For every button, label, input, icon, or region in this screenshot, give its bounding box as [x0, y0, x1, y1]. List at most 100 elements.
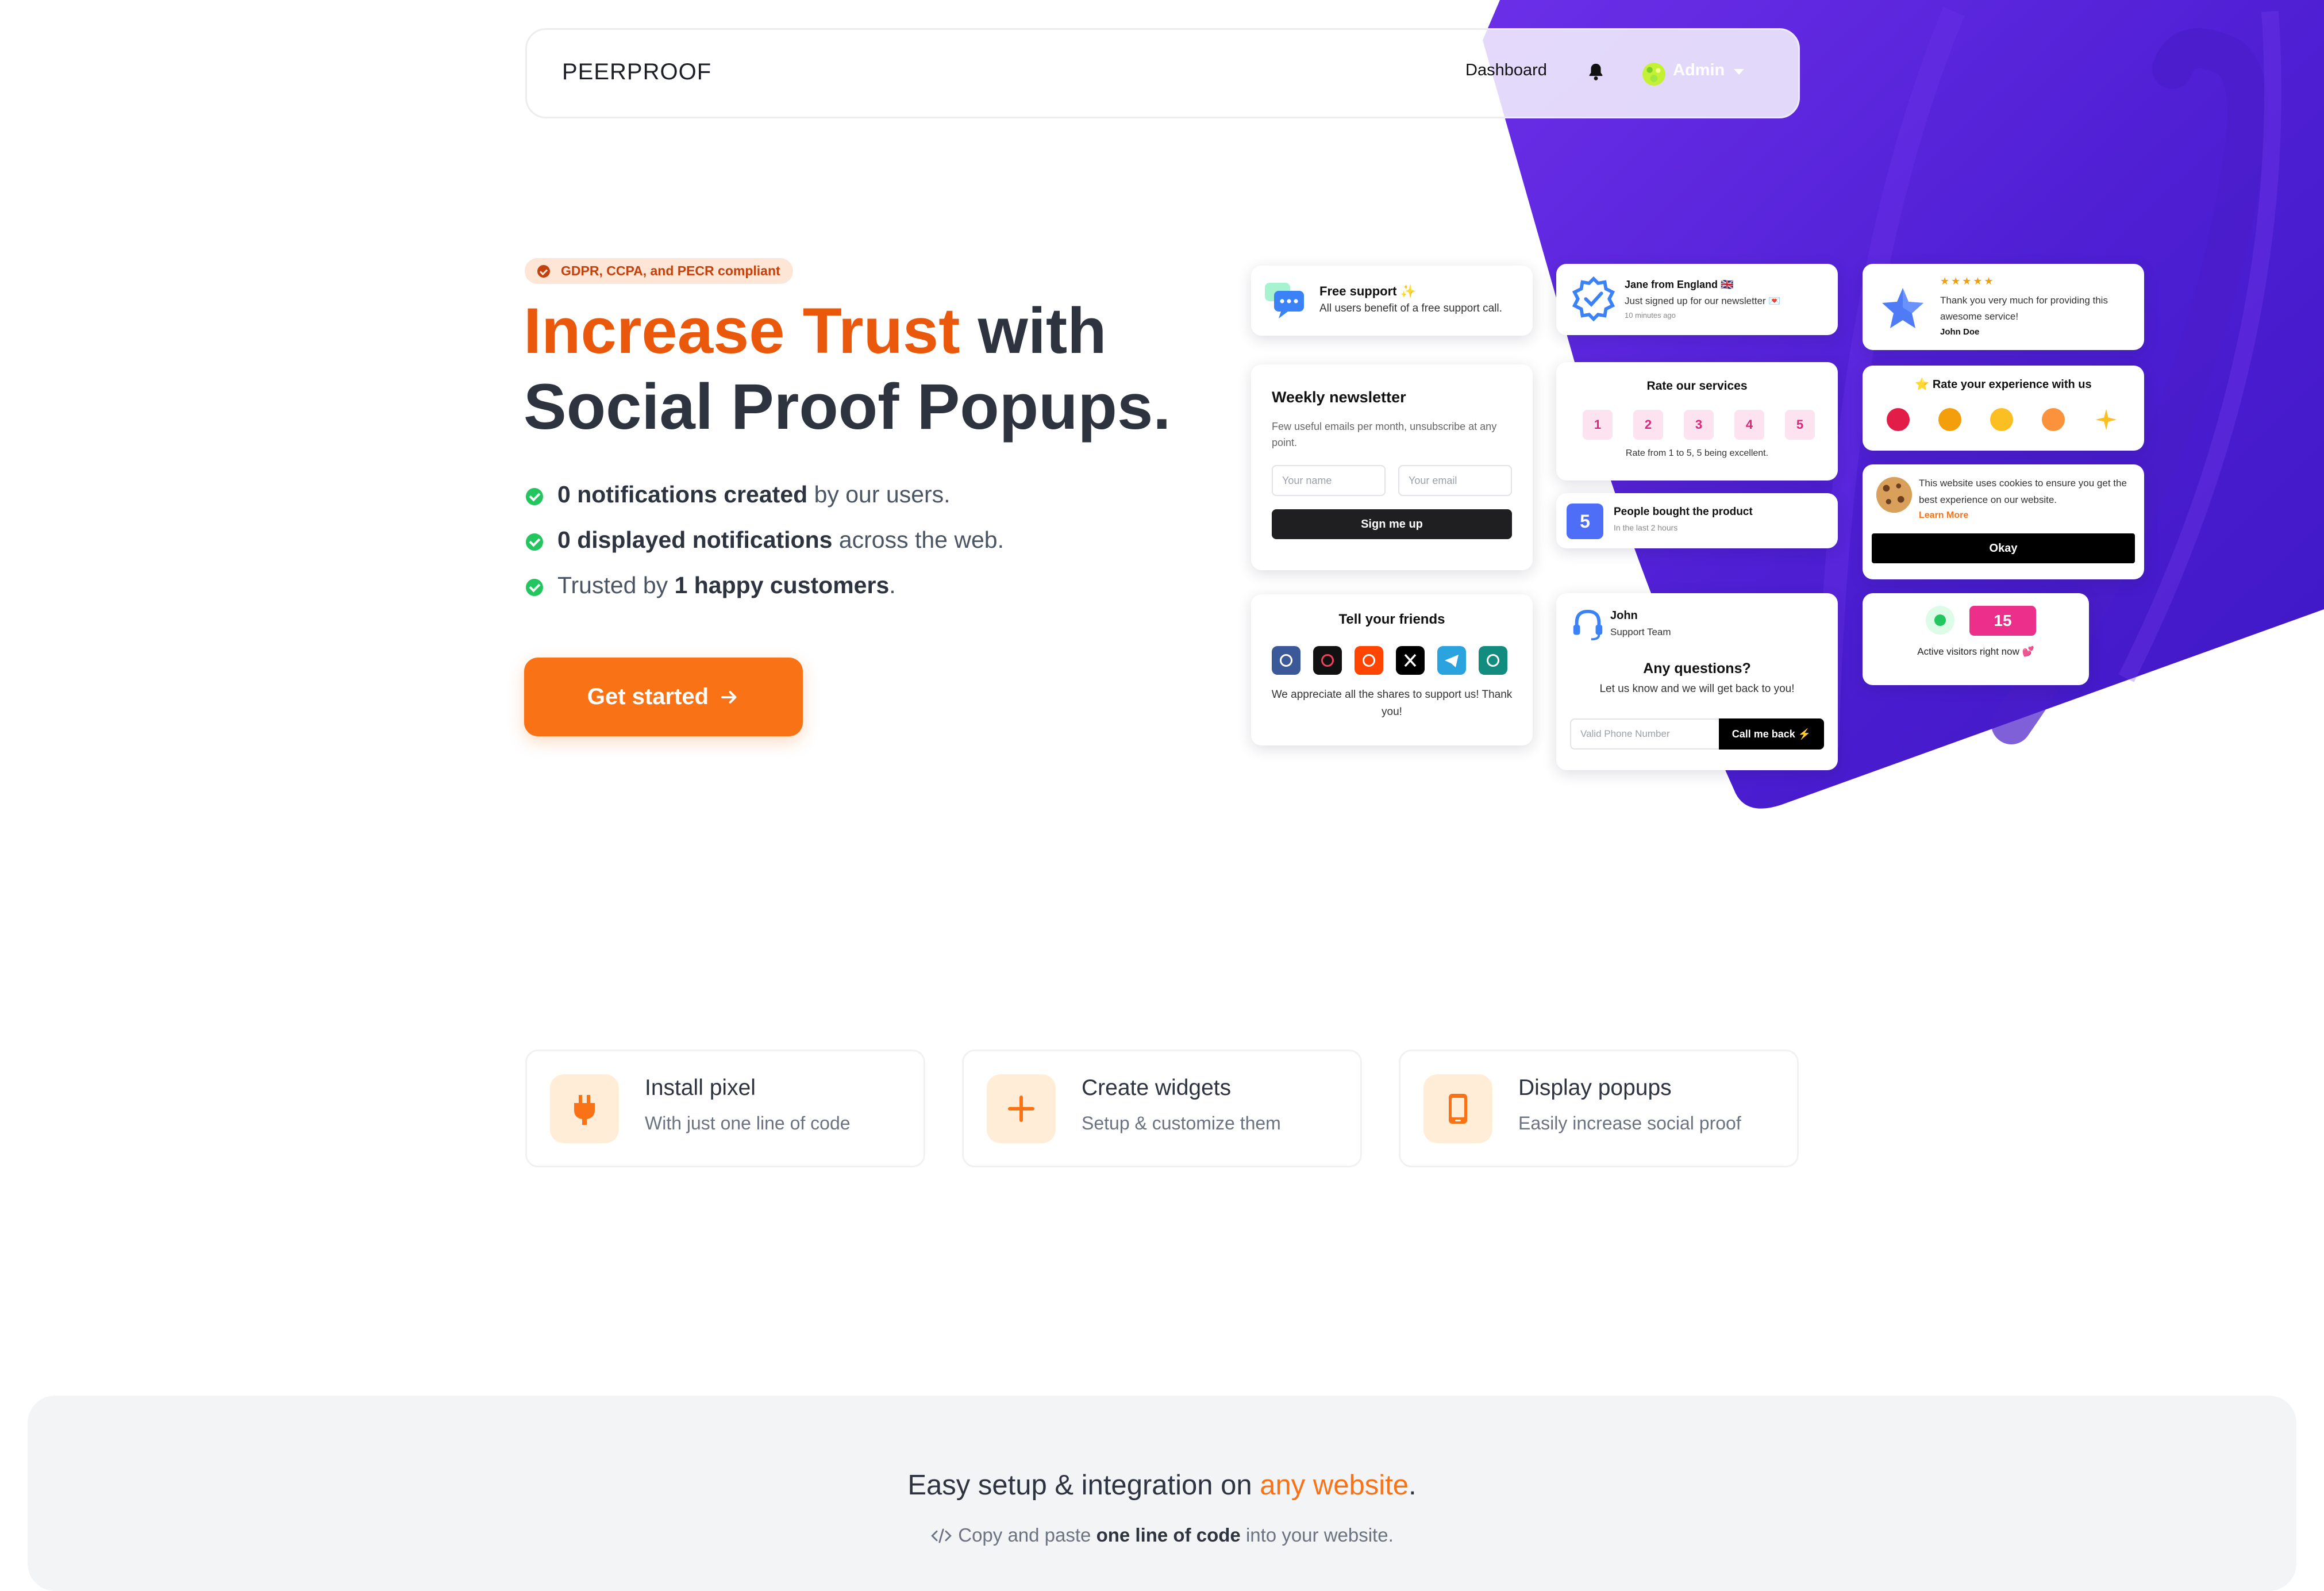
- visitors-text: Active visitors right now 💕: [1917, 646, 2034, 657]
- popup-newsletter: Weekly newsletter Few useful emails per …: [1251, 364, 1533, 570]
- jane-text: Just signed up for our newsletter 💌: [1625, 295, 1781, 306]
- rating-option-3[interactable]: 3: [1684, 410, 1714, 440]
- plus-icon: [987, 1074, 1056, 1143]
- hero-title-line-2: Social Proof Popups.: [524, 371, 1171, 443]
- hero-title-accent: Increase Trust: [524, 295, 960, 367]
- popup-cookies: This website uses cookies to ensure you …: [1863, 464, 2144, 579]
- star-icon: [1882, 288, 1923, 328]
- angry-face-icon[interactable]: [1887, 408, 1910, 431]
- popup-jane-signup[interactable]: Jane from England 🇬🇧 Just signed up for …: [1556, 264, 1838, 335]
- feature-text: by our users.: [807, 481, 951, 508]
- newsletter-email-input[interactable]: Your email: [1398, 465, 1512, 496]
- step-create-widgets: Create widgets Setup & customize them: [962, 1050, 1362, 1167]
- free-support-title: Free support ✨: [1319, 284, 1416, 298]
- live-dot-icon: [1926, 606, 1954, 635]
- feature-pre: Trusted by: [557, 572, 675, 598]
- feature-item: Trusted by 1 happy customers.: [525, 568, 1004, 613]
- popup-tell-friends: Tell your friends We appreciate all the …: [1251, 594, 1533, 745]
- chevron-down-icon[interactable]: [1734, 69, 1744, 75]
- rate-experience-title: ⭐ Rate your experience with us: [1915, 378, 2092, 391]
- jane-title: Jane from England 🇬🇧: [1625, 279, 1734, 290]
- integration-subtitle: Copy and paste one line of code into you…: [28, 1524, 2296, 1546]
- bought-title: People bought the product: [1614, 506, 1753, 518]
- facebook-icon[interactable]: [1272, 646, 1300, 675]
- avatar[interactable]: [1642, 62, 1666, 86]
- check-icon: [526, 488, 543, 505]
- cookies-okay-button[interactable]: Okay: [1872, 533, 2135, 563]
- step-subtitle: With just one line of code: [645, 1113, 851, 1133]
- headset-icon: [1573, 609, 1603, 641]
- newsletter-text: Few useful emails per month, unsubscribe…: [1272, 421, 1497, 448]
- integration-title: Easy setup & integration on any website.: [907, 1470, 1417, 1501]
- feature-bold: 1 happy customers: [674, 572, 890, 598]
- support-title: Any questions?: [1643, 660, 1751, 677]
- call-me-back-button[interactable]: Call me back ⚡: [1719, 718, 1824, 750]
- rating-option-2[interactable]: 2: [1633, 410, 1663, 440]
- x-icon[interactable]: [1396, 646, 1425, 675]
- rating-option-4[interactable]: 4: [1734, 410, 1764, 440]
- phone-number-input[interactable]: Valid Phone Number: [1570, 718, 1721, 750]
- review-author: John Doe: [1940, 327, 1980, 337]
- sad-face-icon[interactable]: [1938, 408, 1961, 431]
- check-icon: [526, 579, 543, 596]
- integration-section: Easy setup & integration on any website.…: [28, 1396, 2296, 1591]
- sign-me-up-button[interactable]: Sign me up: [1272, 509, 1512, 539]
- hero-title: Increase Trust with Social Proof Popups.: [524, 293, 1171, 445]
- step-title: Install pixel: [645, 1075, 756, 1100]
- telegram-icon[interactable]: [1437, 646, 1466, 675]
- review-text: Thank you very much for providing this a…: [1940, 295, 2108, 322]
- bell-icon[interactable]: [1586, 62, 1606, 82]
- happy-face-icon[interactable]: [2042, 408, 2065, 431]
- whatsapp-icon[interactable]: [1479, 646, 1507, 675]
- cookies-text: This website uses cookies to ensure you …: [1919, 478, 2127, 505]
- support-text: Let us know and we will get back to you!: [1599, 683, 1795, 695]
- newsletter-name-input[interactable]: Your name: [1272, 465, 1386, 496]
- feature-bold: 0 notifications created: [557, 481, 808, 508]
- popup-free-support[interactable]: Free support ✨ All users benefit of a fr…: [1251, 266, 1533, 336]
- admin-menu[interactable]: Admin: [1673, 61, 1725, 80]
- free-support-text: All users benefit of a free support call…: [1319, 302, 1502, 314]
- arrow-right-icon: [721, 690, 737, 704]
- support-name: John: [1610, 609, 1638, 622]
- feature-bold: 0 displayed notifications: [557, 527, 833, 553]
- step-title: Create widgets: [1082, 1075, 1232, 1100]
- rating-option-5[interactable]: 5: [1785, 410, 1815, 440]
- popup-active-visitors: 15 Active visitors right now 💕: [1863, 593, 2089, 685]
- plug-icon: [550, 1074, 619, 1143]
- popup-people-bought[interactable]: 5 People bought the product In the last …: [1556, 493, 1838, 548]
- reddit-icon[interactable]: [1355, 646, 1383, 675]
- feature-text: across the web.: [832, 527, 1004, 553]
- get-started-button[interactable]: Get started: [524, 658, 803, 736]
- threads-icon[interactable]: [1313, 646, 1342, 675]
- review-stars: ★★★★★: [1940, 275, 1995, 287]
- neutral-face-icon[interactable]: [1990, 408, 2013, 431]
- nav-dashboard-link[interactable]: Dashboard: [1465, 61, 1547, 80]
- bought-count-badge: 5: [1567, 504, 1603, 539]
- brand-logo[interactable]: PEERPROOF: [562, 59, 711, 85]
- feature-text: .: [889, 572, 896, 598]
- step-subtitle: Setup & customize them: [1082, 1113, 1281, 1133]
- step-install-pixel: Install pixel With just one line of code: [525, 1050, 925, 1167]
- cookies-learn-more-link[interactable]: Learn More: [1919, 510, 1968, 521]
- tell-friends-title: Tell your friends: [1338, 612, 1445, 627]
- mobile-icon: [1423, 1074, 1492, 1143]
- popup-rate-services: Rate our services 1 2 3 4 5 Rate from 1 …: [1556, 362, 1838, 481]
- popup-rate-experience: ⭐ Rate your experience with us: [1863, 366, 2144, 451]
- check-icon: [526, 533, 543, 551]
- navbar: PEERPROOF Dashboard Admin: [525, 28, 1800, 118]
- support-role: Support Team: [1610, 627, 1671, 637]
- jane-time: 10 minutes ago: [1625, 311, 1676, 320]
- rate-services-title: Rate our services: [1646, 379, 1748, 393]
- rating-option-1[interactable]: 1: [1583, 410, 1613, 440]
- feature-list: 0 notifications created by our users. 0 …: [525, 477, 1004, 613]
- tell-friends-text: We appreciate all the shares to support …: [1271, 689, 1513, 718]
- rate-services-text: Rate from 1 to 5, 5 being excellent.: [1625, 448, 1769, 458]
- chat-bubbles-icon: [1265, 283, 1304, 318]
- feature-item: 0 notifications created by our users.: [525, 477, 1004, 522]
- popup-support-callback: John Support Team Any questions? Let us …: [1556, 593, 1838, 770]
- check-circle-icon: [537, 265, 550, 278]
- feature-item: 0 displayed notifications across the web…: [525, 522, 1004, 568]
- popup-review[interactable]: ★★★★★ Thank you very much for providing …: [1863, 264, 2144, 350]
- newsletter-title: Weekly newsletter: [1272, 389, 1406, 406]
- sparkles-icon[interactable]: [2094, 407, 2119, 432]
